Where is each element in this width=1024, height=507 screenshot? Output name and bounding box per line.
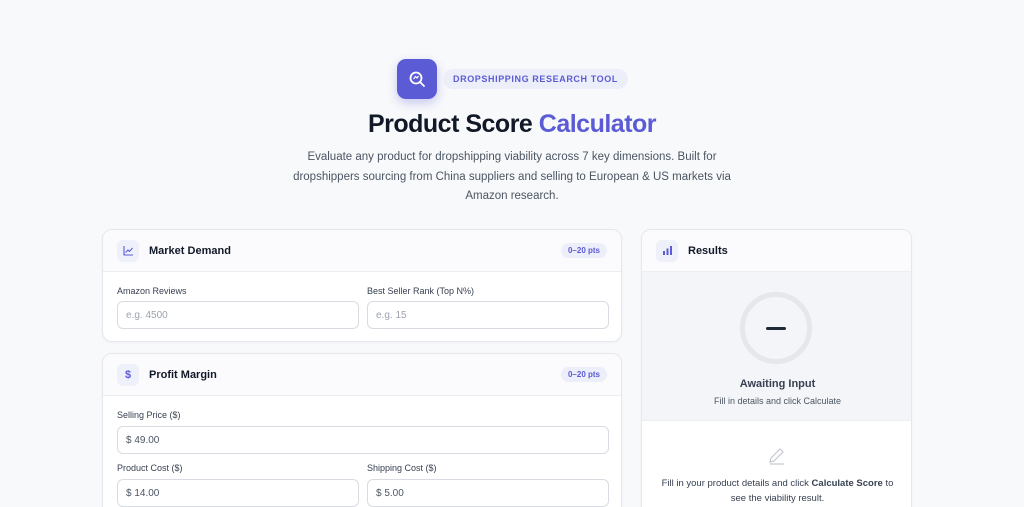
market-demand-card: Market Demand 0–20 pts Amazon Reviews e.… — [102, 229, 622, 342]
search-chart-icon — [397, 59, 437, 99]
results-info-text: Fill in your product details and click C… — [656, 476, 899, 506]
score-ring — [740, 292, 812, 364]
hero-badge-row: DROPSHIPPING RESEARCH TOOL — [397, 59, 628, 99]
profit-margin-card: $ Profit Margin 0–20 pts Selling Price (… — [102, 353, 622, 507]
results-score-panel: Awaiting Input Fill in details and click… — [642, 272, 911, 421]
market-demand-title: Market Demand — [149, 244, 231, 257]
results-header: Results — [642, 230, 911, 272]
results-info-bold: Calculate Score — [811, 478, 883, 489]
selling-price-label: Selling Price ($) — [117, 410, 181, 420]
tool-tag: DROPSHIPPING RESEARCH TOOL — [443, 69, 628, 89]
page-title-accent: Calculator — [538, 110, 657, 138]
shipping-cost-input[interactable]: $ 5.00 — [367, 479, 609, 507]
score-placeholder-dash — [766, 326, 786, 330]
best-seller-rank-label: Best Seller Rank (Top N%) — [367, 286, 475, 296]
page-title: Product Score Calculator — [0, 110, 1024, 139]
product-cost-input[interactable]: $ 14.00 — [117, 479, 359, 507]
shipping-cost-label: Shipping Cost ($) — [367, 463, 437, 473]
page-subtitle: Evaluate any product for dropshipping vi… — [293, 151, 731, 202]
profit-margin-title: Profit Margin — [149, 368, 217, 381]
pencil-icon — [767, 446, 787, 471]
market-demand-header: Market Demand 0–20 pts — [103, 230, 621, 272]
dollar-icon: $ — [117, 363, 139, 386]
line-chart-icon — [117, 239, 139, 262]
market-demand-points-badge: 0–20 pts — [560, 243, 607, 258]
results-card: Results Awaiting Input Fill in details a… — [641, 229, 912, 507]
profit-margin-header: $ Profit Margin 0–20 pts — [103, 354, 621, 396]
product-cost-label: Product Cost ($) — [117, 463, 183, 473]
results-status: Awaiting Input — [739, 378, 816, 390]
results-info-prefix: Fill in your product details and click — [661, 478, 812, 489]
amazon-reviews-input[interactable]: e.g. 4500 — [117, 301, 359, 329]
selling-price-input[interactable]: $ 49.00 — [117, 426, 609, 454]
amazon-reviews-label: Amazon Reviews — [117, 286, 187, 296]
bar-chart-icon — [656, 239, 678, 262]
profit-margin-points-badge: 0–20 pts — [560, 367, 607, 382]
page-title-main: Product Score — [367, 110, 539, 138]
best-seller-rank-input[interactable]: e.g. 15 — [367, 301, 609, 329]
results-title: Results — [688, 244, 728, 257]
results-status-hint: Fill in details and click Calculate — [713, 396, 842, 406]
